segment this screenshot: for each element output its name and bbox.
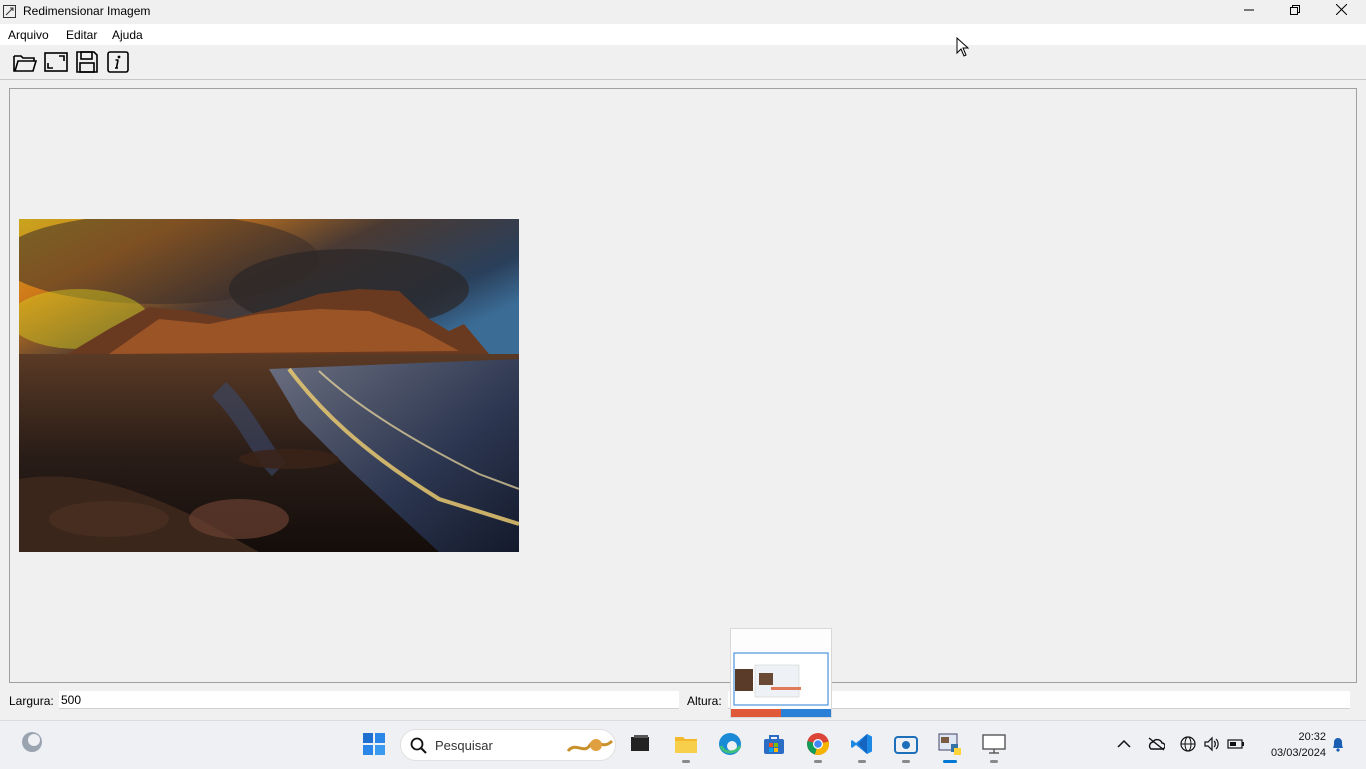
resize-image-app-icon [3,4,17,18]
python-app-icon [938,732,962,759]
task-view-button[interactable] [626,731,654,759]
edge-button[interactable] [716,731,744,759]
chrome-icon [806,732,830,759]
menu-editar[interactable]: Editar [66,28,97,42]
close-button[interactable] [1318,0,1364,22]
file-explorer-icon [674,733,698,758]
taskbar: Pesquisar 20:32 03/03/2024 [0,720,1366,769]
restore-button[interactable] [1272,0,1318,22]
remote-desktop-icon [982,733,1006,758]
width-label: Largura: [9,694,54,708]
mouse-cursor-icon [956,36,970,60]
save-icon [75,50,99,77]
window-title: Redimensionar Imagem [23,4,151,18]
camera-app-icon [894,733,918,758]
resize-button[interactable] [42,49,70,77]
widgets-icon [20,730,44,757]
clock-date: 03/03/2024 [1270,747,1326,759]
store-icon [763,733,785,758]
start-icon [362,732,386,759]
network-icon [1180,735,1196,755]
save-button[interactable] [73,49,101,77]
battery-icon [1227,738,1245,753]
open-folder-icon [12,51,38,76]
network-button[interactable] [1179,735,1197,755]
menu-bar: Arquivo Editar Ajuda [0,24,1366,45]
start-button[interactable] [360,731,388,759]
onedrive-icon [1147,736,1166,754]
minimize-button[interactable] [1226,0,1272,22]
active-indicator [943,760,957,763]
file-explorer-button[interactable] [672,731,700,759]
taskbar-search[interactable]: Pesquisar [400,729,616,761]
running-indicator [814,760,822,763]
landscape-photo [19,219,519,552]
title-bar: Redimensionar Imagem [0,0,1366,22]
store-button[interactable] [760,731,788,759]
running-indicator [902,760,910,763]
taskbar-window-thumbnail[interactable] [730,628,832,718]
vscode-button[interactable] [848,731,876,759]
open-button[interactable] [11,49,39,77]
menu-arquivo[interactable]: Arquivo [8,28,49,42]
search-highlight-icon [566,733,614,760]
clock[interactable]: 20:32 03/03/2024 [1256,729,1326,761]
info-icon [106,50,130,77]
volume-icon [1203,736,1219,755]
height-label: Altura: [687,694,722,708]
notification-bell-icon [1331,736,1345,755]
clock-time: 20:32 [1298,731,1326,743]
volume-button[interactable] [1202,736,1220,754]
chrome-button[interactable] [804,731,832,759]
remote-desktop-button[interactable] [980,731,1008,759]
width-input[interactable] [59,691,679,709]
restore-icon [1290,4,1300,18]
running-indicator [990,760,998,763]
widgets-button[interactable] [18,729,46,757]
running-indicator [682,760,690,763]
minimize-icon [1244,4,1254,18]
vscode-icon [850,732,874,759]
notifications-button[interactable] [1329,736,1347,754]
running-indicator [858,760,866,763]
chevron-up-icon [1117,738,1131,752]
search-placeholder: Pesquisar [435,738,493,753]
camera-app-button[interactable] [892,731,920,759]
resize-icon [44,51,68,76]
info-button[interactable] [104,49,132,77]
task-view-icon [629,733,651,758]
toolbar [0,46,1366,80]
close-icon [1335,3,1347,18]
python-app-button[interactable] [936,731,964,759]
edge-icon [718,732,742,759]
menu-ajuda[interactable]: Ajuda [112,28,143,42]
search-icon [410,737,428,758]
tray-overflow-button[interactable] [1115,736,1133,754]
battery-button[interactable] [1227,736,1245,754]
onedrive-button[interactable] [1147,736,1166,754]
